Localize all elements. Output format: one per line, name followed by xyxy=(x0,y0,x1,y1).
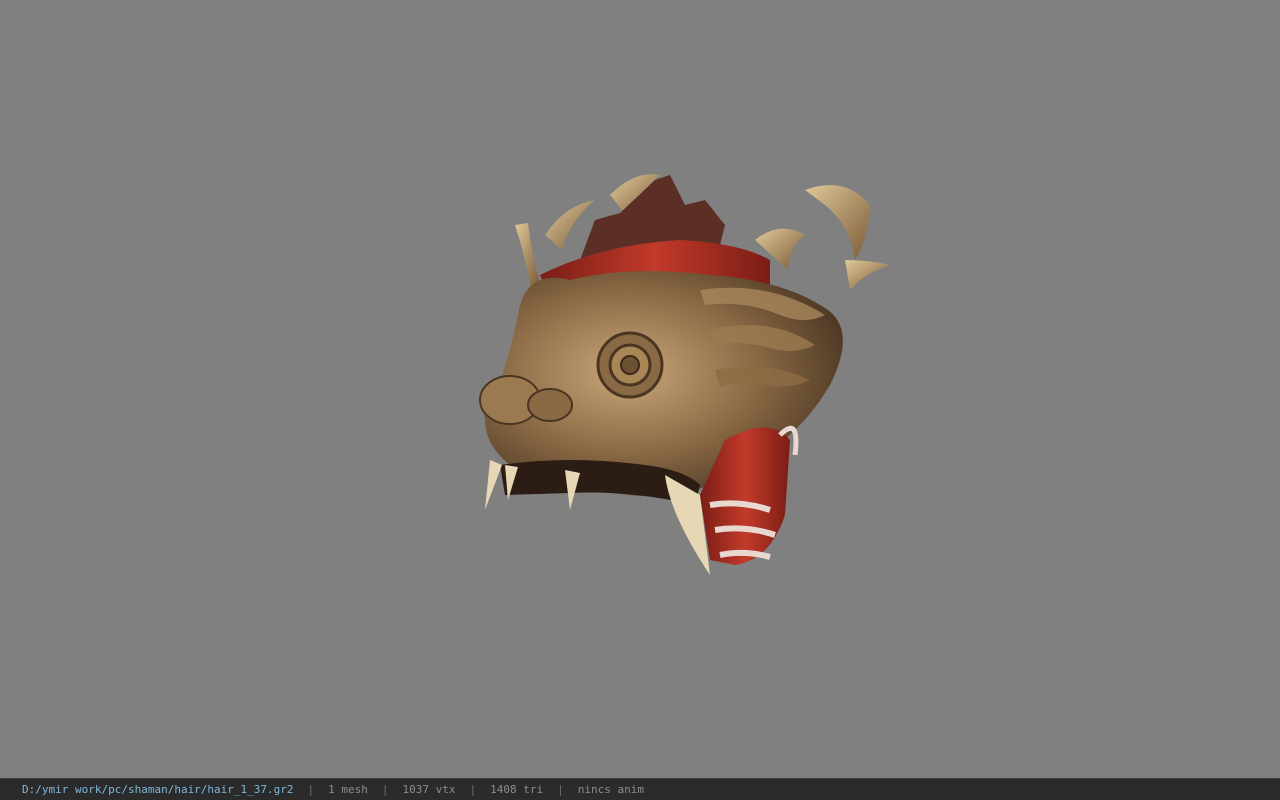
animation-status: nincs anim xyxy=(577,783,644,796)
separator: | xyxy=(557,783,564,796)
separator: | xyxy=(381,783,389,796)
3d-viewport[interactable] xyxy=(0,0,1280,778)
dragon-head-helmet-model[interactable] xyxy=(470,165,900,585)
status-bar: D:/ymir work/pc/shaman/hair/hair_1_37.gr… xyxy=(0,778,1280,800)
file-path: D:/ymir work/pc/shaman/hair/hair_1_37.gr… xyxy=(22,783,294,796)
vertex-count: 1037 vtx xyxy=(402,783,456,796)
triangle-count: 1408 tri xyxy=(490,783,544,796)
separator: | xyxy=(307,783,315,796)
mesh-count: 1 mesh xyxy=(328,783,368,796)
separator: | xyxy=(469,783,477,796)
